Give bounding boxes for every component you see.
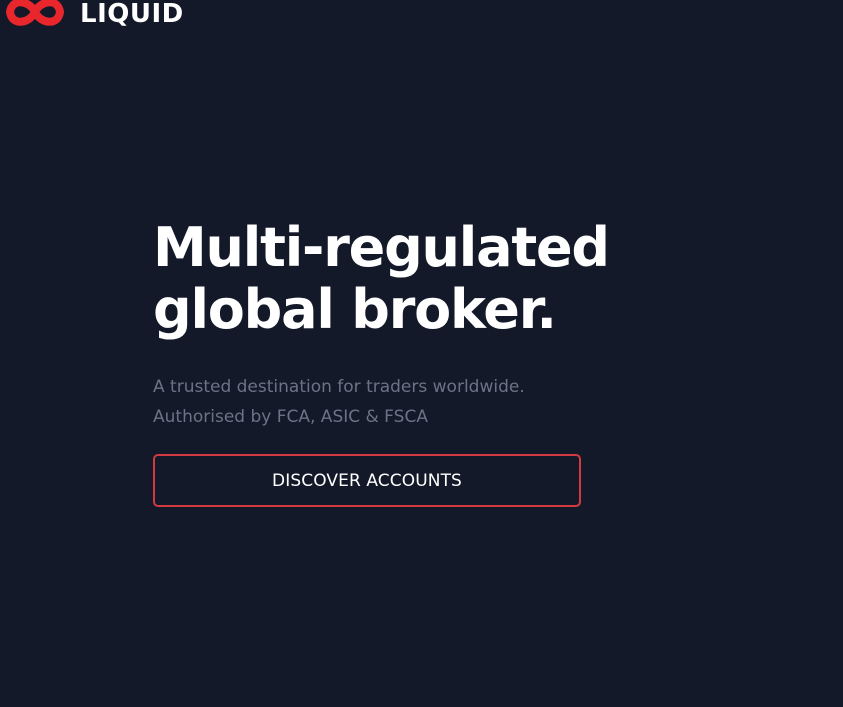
hero-title-line: global broker. [153, 278, 557, 341]
hero-subtitle: A trusted destination for traders worldw… [153, 372, 633, 432]
discover-accounts-button[interactable]: DISCOVER ACCOUNTS [153, 454, 581, 507]
brand-link[interactable]: LIQUID [0, 0, 184, 32]
hero-title: Multi-regulated global broker. [153, 217, 633, 341]
brand-name: LIQUID [80, 0, 184, 29]
hero-section: Multi-regulated global broker. A trusted… [153, 217, 633, 432]
hero-title-line: Multi-regulated [153, 216, 610, 279]
hero-subtitle-line: Authorised by FCA, ASIC & FSCA [153, 407, 428, 427]
page: LIQUID Multi-regulated global broker. A … [0, 0, 843, 707]
infinity-icon [6, 0, 64, 26]
hero-subtitle-line: A trusted destination for traders worldw… [153, 377, 525, 397]
